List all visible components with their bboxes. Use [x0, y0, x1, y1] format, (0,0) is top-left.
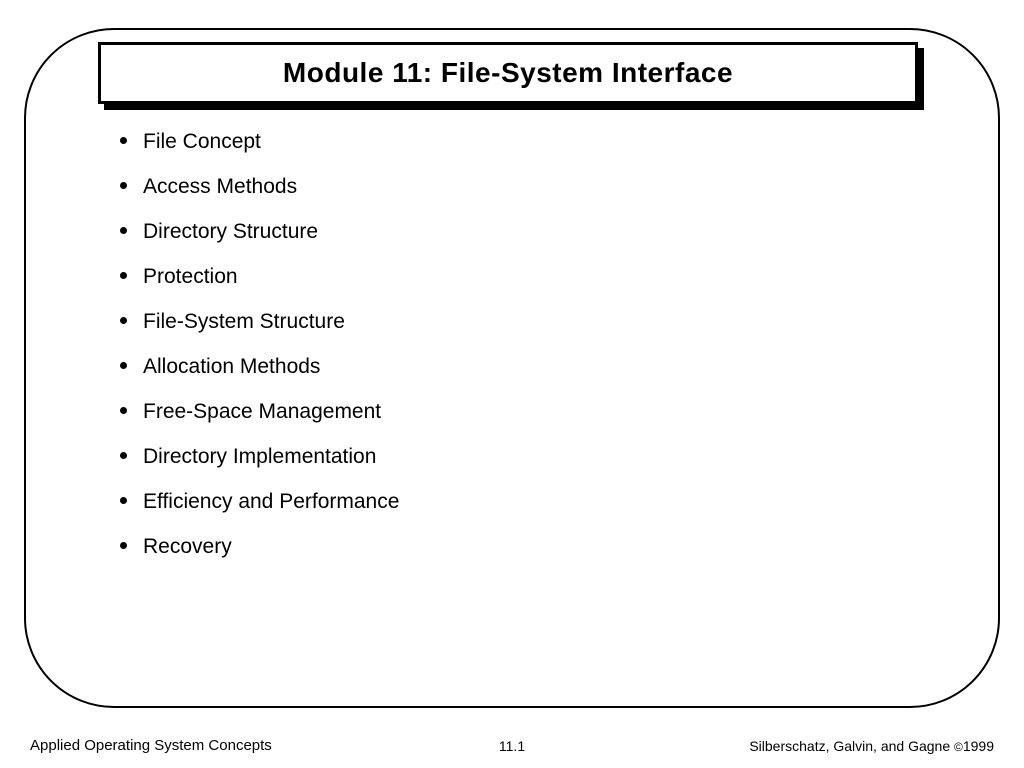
bullet-icon: [120, 227, 127, 234]
bullet-icon: [120, 497, 127, 504]
bullet-icon: [120, 542, 127, 549]
list-item: Protection: [120, 265, 399, 289]
bullet-text: File-System Structure: [143, 310, 345, 334]
footer-left: Applied Operating System Concepts: [30, 737, 272, 754]
bullet-text: Free-Space Management: [143, 400, 381, 424]
bullet-text: Protection: [143, 265, 238, 289]
bullet-list: File Concept Access Methods Directory St…: [120, 130, 399, 580]
bullet-text: Allocation Methods: [143, 355, 320, 379]
bullet-icon: [120, 362, 127, 369]
bullet-text: Recovery: [143, 535, 232, 559]
list-item: Efficiency and Performance: [120, 490, 399, 514]
slide-footer: Applied Operating System Concepts 11.1 S…: [30, 737, 994, 754]
bullet-icon: [120, 137, 127, 144]
bullet-icon: [120, 317, 127, 324]
list-item: Directory Structure: [120, 220, 399, 244]
list-item: Allocation Methods: [120, 355, 399, 379]
list-item: Access Methods: [120, 175, 399, 199]
bullet-text: File Concept: [143, 130, 261, 154]
bullet-icon: [120, 182, 127, 189]
list-item: Free-Space Management: [120, 400, 399, 424]
copyright-icon: ©: [954, 740, 963, 754]
slide-title: Module 11: File-System Interface: [283, 57, 733, 89]
bullet-text: Directory Structure: [143, 220, 318, 244]
footer-year: 1999: [963, 738, 994, 754]
bullet-icon: [120, 452, 127, 459]
title-box: Module 11: File-System Interface: [98, 42, 918, 104]
bullet-text: Directory Implementation: [143, 445, 376, 469]
footer-right: Silberschatz, Galvin, and Gagne ©1999: [749, 738, 994, 754]
footer-authors: Silberschatz, Galvin, and Gagne: [749, 738, 954, 754]
bullet-icon: [120, 407, 127, 414]
list-item: File-System Structure: [120, 310, 399, 334]
bullet-text: Access Methods: [143, 175, 297, 199]
list-item: Directory Implementation: [120, 445, 399, 469]
list-item: File Concept: [120, 130, 399, 154]
list-item: Recovery: [120, 535, 399, 559]
bullet-text: Efficiency and Performance: [143, 490, 399, 514]
footer-page-number: 11.1: [499, 738, 525, 754]
bullet-icon: [120, 272, 127, 279]
